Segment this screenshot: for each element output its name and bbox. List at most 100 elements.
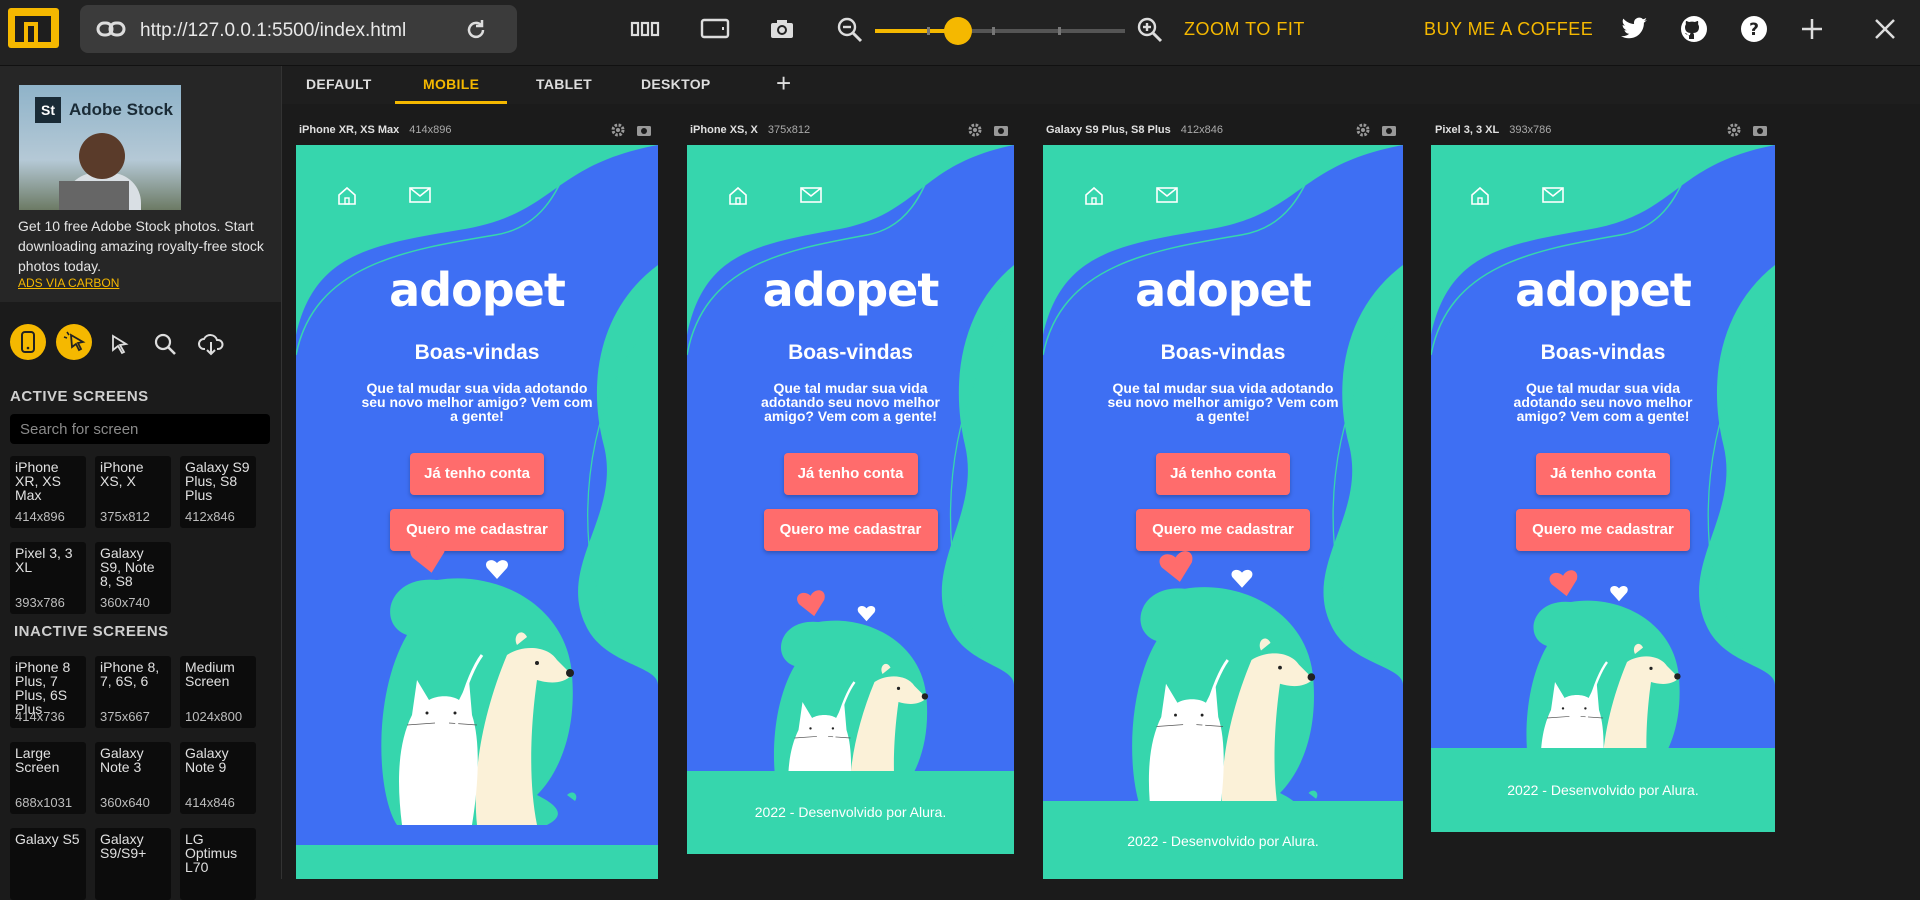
reload-icon[interactable] <box>464 18 488 42</box>
carbon-ad[interactable]: St Adobe Stock Get 10 free Adobe Stock p… <box>0 66 281 302</box>
device-actions <box>1726 122 1768 143</box>
github-icon[interactable] <box>1680 15 1708 43</box>
ad-text[interactable]: Get 10 free Adobe Stock photos. Start do… <box>18 216 268 276</box>
screen-card[interactable]: iPhone 8 Plus, 7 Plus, 6S Plus 414x736 <box>10 656 86 728</box>
screen-card-name: Galaxy S5 <box>15 831 80 847</box>
settings-gear-icon[interactable] <box>1355 122 1371 138</box>
help-icon[interactable]: ? <box>1740 15 1768 43</box>
url-text[interactable]: http://127.0.0.1:5500/index.html <box>140 20 406 42</box>
screenshot-camera-icon[interactable] <box>1381 122 1397 138</box>
pets-illustration <box>1526 570 1683 798</box>
svg-text:?: ? <box>1749 20 1759 40</box>
device-frame[interactable]: adopet Boas-vindas Que tal mudar sua vida … <box>296 145 658 879</box>
screen-card[interactable]: Medium Screen 1024x800 <box>180 656 256 728</box>
screen-card-name: iPhone XR, XS Max <box>15 459 61 503</box>
device-size: 414x896 <box>409 124 452 136</box>
settings-gear-icon[interactable] <box>1726 122 1742 138</box>
screen-card-size: 375x812 <box>100 509 150 524</box>
screen-card[interactable]: LG Optimus L70 <box>180 828 256 900</box>
screen-card[interactable]: Galaxy S9/S9+ <box>95 828 171 900</box>
site-footer: 2022 - Desenvolvido por Alura. <box>1043 801 1403 879</box>
pointer-click-icon <box>63 331 86 352</box>
device-actions <box>967 122 1009 143</box>
tab-default[interactable]: DEFAULT <box>306 76 372 92</box>
phone-icon <box>21 331 35 353</box>
search-placeholder: Search for screen <box>20 421 139 438</box>
adobe-stock-icon: St <box>35 97 61 123</box>
pets-illustration <box>381 540 577 825</box>
rotate-device-icon[interactable] <box>700 16 730 42</box>
screen-card[interactable]: Galaxy S9 Plus, S8 Plus 412x846 <box>180 456 256 528</box>
screen-search-input[interactable]: Search for screen <box>10 414 270 444</box>
camera-icon[interactable] <box>768 16 796 42</box>
url-bar[interactable]: http://127.0.0.1:5500/index.html <box>80 5 517 53</box>
inactive-screens-title: INACTIVE SCREENS <box>14 623 169 640</box>
device-name: Galaxy S9 Plus, S8 Plus <box>1046 124 1171 136</box>
site-footer <box>296 845 658 879</box>
buy-me-a-coffee-link[interactable]: BUY ME A COFFEE <box>1424 19 1593 40</box>
device-label: Pixel 3, 3 XL 393x786 <box>1435 124 1551 136</box>
screen-card-name: Galaxy Note 3 <box>100 745 144 775</box>
screen-card-name: Galaxy S9/S9+ <box>100 831 147 861</box>
close-icon[interactable] <box>1874 18 1896 40</box>
screen-card[interactable]: Galaxy Note 9 414x846 <box>180 742 256 814</box>
screen-card-name: LG Optimus L70 <box>185 831 238 875</box>
screen-card[interactable]: Pixel 3, 3 XL 393x786 <box>10 542 86 614</box>
site-footer: 2022 - Desenvolvido por Alura. <box>687 771 1014 854</box>
tool-row <box>0 324 281 364</box>
device-name: iPhone XR, XS Max <box>299 124 400 136</box>
screen-card-name: Pixel 3, 3 XL <box>15 545 73 575</box>
sidebar: St Adobe Stock Get 10 free Adobe Stock p… <box>0 66 282 900</box>
screen-card-name: Galaxy Note 9 <box>185 745 229 775</box>
device-frame[interactable]: adopet Boas-vindas Que tal mudar sua vida a… <box>1431 145 1775 832</box>
tab-desktop[interactable]: DESKTOP <box>641 76 711 92</box>
screen-card-size: 414x896 <box>15 509 65 524</box>
device-frame[interactable]: adopet Boas-vindas Que tal mudar sua vida … <box>1043 145 1403 879</box>
device-name: Pixel 3, 3 XL <box>1435 124 1500 136</box>
tab-mobile[interactable]: MOBILE <box>423 76 479 92</box>
screenshot-camera-icon[interactable] <box>993 122 1009 138</box>
ads-via-carbon-link[interactable]: ADS VIA CARBON <box>18 276 119 290</box>
layout-columns-icon[interactable] <box>630 16 660 42</box>
top-toolbar: http://127.0.0.1:5500/index.html ZOOM TO… <box>0 0 1920 66</box>
screen-card-name: Galaxy S9 Plus, S8 Plus <box>185 459 250 503</box>
settings-gear-icon[interactable] <box>967 122 983 138</box>
search-icon[interactable] <box>153 332 177 356</box>
add-icon[interactable] <box>1800 17 1824 41</box>
device-label: iPhone XR, XS Max 414x896 <box>299 124 451 136</box>
tab-tablet[interactable]: TABLET <box>536 76 592 92</box>
screen-card[interactable]: Galaxy Note 3 360x640 <box>95 742 171 814</box>
screen-card-name: Large Screen <box>15 745 60 775</box>
zoom-in-icon[interactable] <box>1136 16 1164 44</box>
zoom-to-fit-button[interactable]: ZOOM TO FIT <box>1184 19 1305 40</box>
cloud-download-icon[interactable] <box>198 332 224 356</box>
screen-card-size: 360x740 <box>100 595 150 610</box>
screen-card[interactable]: iPhone XS, X 375x812 <box>95 456 171 528</box>
device-mode-button[interactable] <box>10 324 46 360</box>
device-frame[interactable]: adopet Boas-vindas Que tal mudar sua vida a… <box>687 145 1014 854</box>
device-size: 375x812 <box>767 124 811 136</box>
screen-card-size: 414x736 <box>15 709 65 724</box>
zoom-slider-thumb[interactable] <box>943 17 972 45</box>
screen-card[interactable]: iPhone 8, 7, 6S, 6 375x667 <box>95 656 171 728</box>
twitter-icon[interactable] <box>1620 17 1648 41</box>
screenshot-camera-icon[interactable] <box>1752 122 1768 138</box>
active-tab-indicator <box>395 101 507 104</box>
zoom-slider[interactable] <box>875 17 1125 45</box>
preset-tabs: DEFAULT MOBILE TABLET DESKTOP <box>282 66 1920 104</box>
screen-card-size: 360x640 <box>100 795 150 810</box>
inspect-element-icon[interactable] <box>108 332 132 356</box>
screen-card-name: iPhone 8 Plus, 7 Plus, 6S Plus <box>15 659 71 717</box>
screen-card-name: Medium Screen <box>185 659 235 689</box>
zoom-out-icon[interactable] <box>836 16 864 44</box>
inspect-touch-button[interactable] <box>56 324 92 360</box>
screen-card[interactable]: iPhone XR, XS Max 414x896 <box>10 456 86 528</box>
add-tab-icon[interactable]: + <box>776 68 791 99</box>
screen-card[interactable]: Large Screen 688x1031 <box>10 742 86 814</box>
screen-card[interactable]: Galaxy S9, Note 8, S8 360x740 <box>95 542 171 614</box>
ad-image[interactable]: St Adobe Stock <box>19 85 181 210</box>
screen-card[interactable]: Galaxy S5 <box>10 828 86 900</box>
settings-gear-icon[interactable] <box>610 122 626 138</box>
link-icon <box>96 21 126 37</box>
screenshot-camera-icon[interactable] <box>636 122 652 138</box>
